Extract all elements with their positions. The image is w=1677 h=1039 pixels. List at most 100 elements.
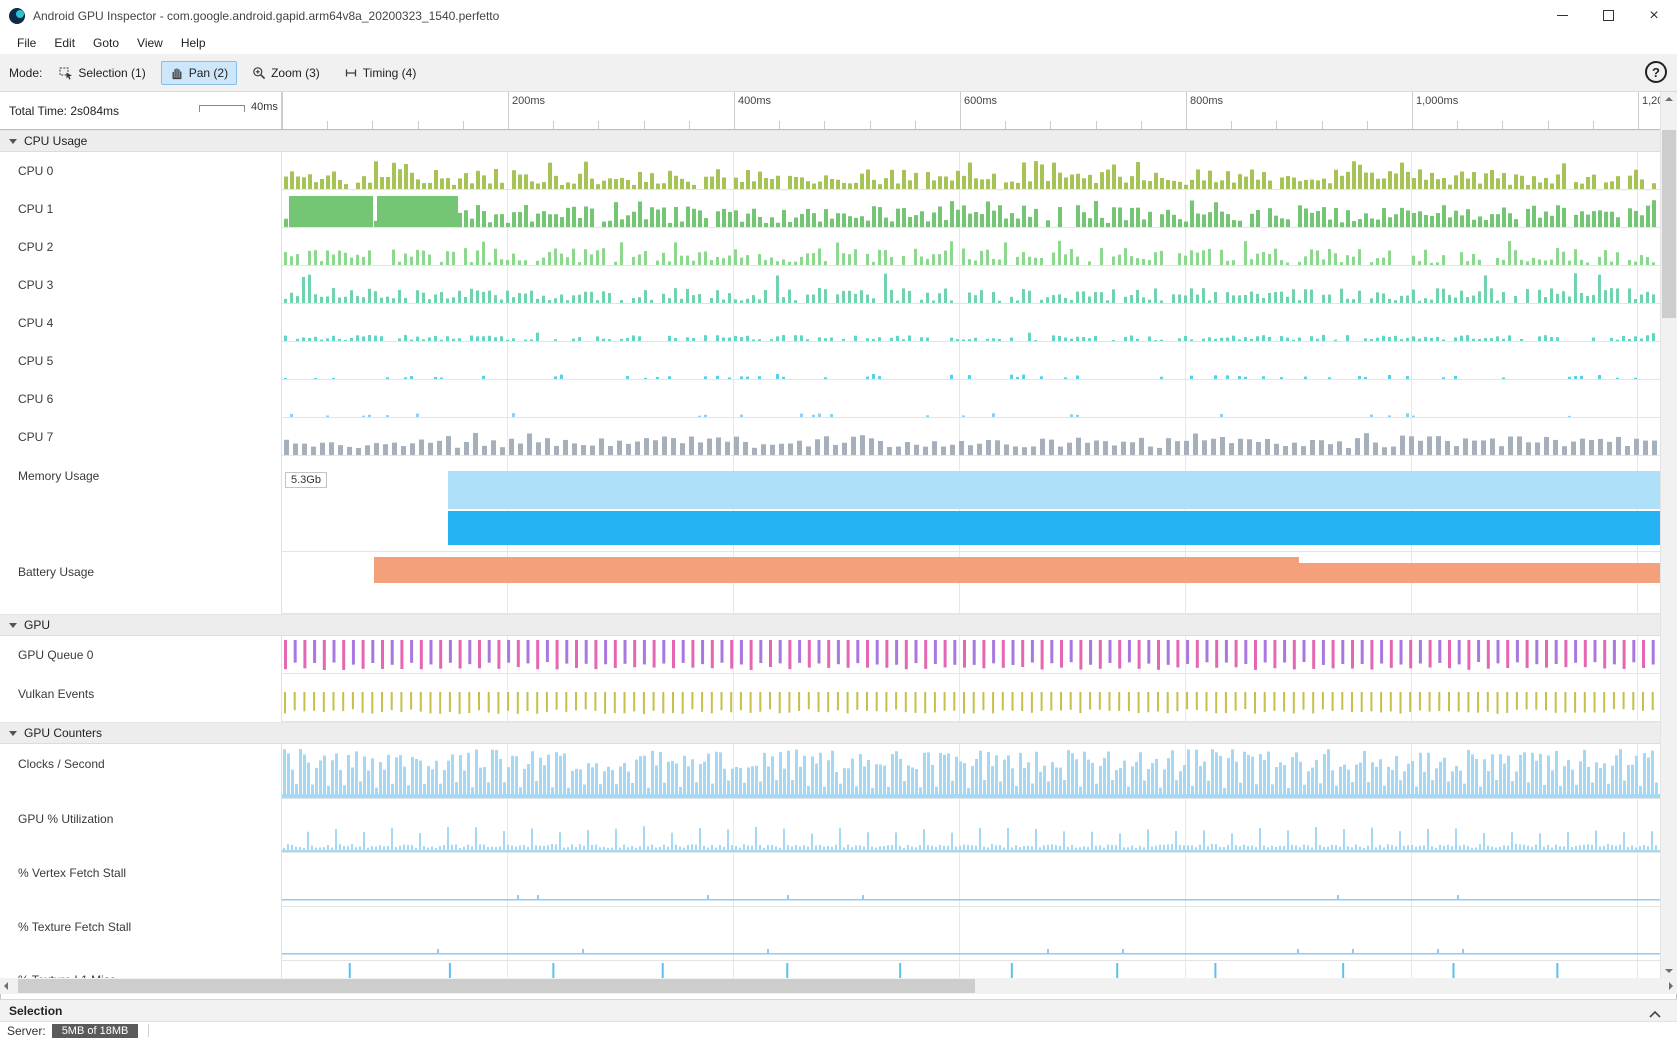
track-chart-cpu-0[interactable] [281, 152, 1660, 190]
ruler-minor-tick [1005, 121, 1006, 129]
ruler-tick-area[interactable]: 200ms400ms600ms800ms1,000ms1,200ms [281, 92, 1677, 129]
help-button[interactable]: ? [1645, 61, 1667, 83]
track-label-memory-usage: Memory Usage [0, 456, 281, 552]
chevron-up-icon[interactable] [1649, 1007, 1661, 1021]
ruler-minor-tick [327, 121, 328, 129]
section-label: GPU [24, 618, 50, 632]
menu-item-goto[interactable]: Goto [84, 33, 128, 53]
scroll-down-icon[interactable] [1665, 969, 1673, 973]
maximize-button[interactable] [1585, 0, 1631, 31]
menu-item-view[interactable]: View [128, 33, 172, 53]
close-button[interactable]: × [1631, 0, 1677, 31]
scroll-up-icon[interactable] [1665, 97, 1673, 101]
mode-label: Mode: [9, 66, 42, 80]
track-chart-battery-usage[interactable] [281, 552, 1660, 614]
section-label: GPU Counters [24, 726, 102, 740]
ruler-minor-tick [1231, 121, 1232, 129]
toolbar: Mode: Selection (1) Pan (2) Zoom (3) Timing… [0, 54, 1677, 92]
track-row-memory-usage: Memory Usage5.3Gb [0, 456, 1677, 552]
ruler-minor-tick [1050, 121, 1051, 129]
minimize-button[interactable] [1539, 0, 1585, 31]
mode-button-label: Selection (1) [78, 66, 145, 80]
ruler-minor-tick [1096, 121, 1097, 129]
track-chart-cpu-7[interactable] [281, 418, 1660, 456]
mode-button-pan[interactable]: Pan (2) [161, 61, 237, 85]
scale-indicator-icon [199, 105, 245, 112]
window-title: Android GPU Inspector - com.google.andro… [33, 9, 499, 23]
track-row-vulkan-events: Vulkan Events [0, 674, 1677, 722]
ruler-minor-tick [598, 121, 599, 129]
ruler-minor-tick [1322, 121, 1323, 129]
ruler-minor-tick [372, 121, 373, 129]
track-chart-cpu-1[interactable] [281, 190, 1660, 228]
ruler-major-tick [960, 92, 961, 129]
track-row-cpu-3: CPU 3 [0, 266, 1677, 304]
maximize-icon [1603, 10, 1614, 21]
horizontal-scrollbar[interactable] [0, 978, 1677, 994]
track-row-cpu-7: CPU 7 [0, 418, 1677, 456]
mode-button-selection[interactable]: Selection (1) [50, 61, 154, 85]
ruler-minor-tick [1141, 121, 1142, 129]
track-chart-gpu-utilization[interactable] [281, 799, 1660, 853]
track-label-cpu-7: CPU 7 [0, 418, 281, 456]
track-chart-cpu-5[interactable] [281, 342, 1660, 380]
zoom-icon [252, 66, 266, 80]
section-header-gpu[interactable]: GPU [0, 614, 1677, 636]
window-controls: × [1539, 0, 1677, 31]
ruler-major-tick [1638, 92, 1639, 129]
track-row-gpu-queue-0: GPU Queue 0 [0, 636, 1677, 674]
track-row-cpu-2: CPU 2 [0, 228, 1677, 266]
track-chart-clocks-second[interactable] [281, 744, 1660, 799]
ruler-tick-label: 400ms [738, 95, 771, 107]
track-label-cpu-0: CPU 0 [0, 152, 281, 190]
track-row-texture-l1-miss: % Texture L1 Miss [0, 961, 1677, 978]
menubar: FileEditGotoViewHelp [0, 31, 1677, 54]
track-chart-cpu-2[interactable] [281, 228, 1660, 266]
app-window: Android GPU Inspector - com.google.andro… [0, 0, 1677, 1039]
track-chart-cpu-6[interactable] [281, 380, 1660, 418]
ruler-tick-label: 600ms [964, 95, 997, 107]
section-header-gpu-counters[interactable]: GPU Counters [0, 722, 1677, 744]
track-row-clocks-second: Clocks / Second [0, 744, 1677, 799]
minimize-icon [1557, 15, 1568, 16]
menu-item-edit[interactable]: Edit [45, 33, 84, 53]
track-label-vertex-fetch-stall: % Vertex Fetch Stall [0, 853, 281, 907]
mode-button-timing[interactable]: Timing (4) [335, 61, 426, 85]
scroll-right-icon[interactable] [1669, 982, 1673, 990]
menu-item-file[interactable]: File [8, 33, 45, 53]
horizontal-scroll-thumb[interactable] [18, 979, 975, 993]
menu-item-help[interactable]: Help [172, 33, 215, 53]
vertical-scroll-thumb[interactable] [1662, 130, 1676, 318]
track-chart-gpu-queue-0[interactable] [281, 636, 1660, 674]
status-separator [148, 1024, 149, 1037]
track-chart-cpu-4[interactable] [281, 304, 1660, 342]
track-chart-vertex-fetch-stall[interactable] [281, 853, 1660, 907]
track-chart-vulkan-events[interactable] [281, 674, 1660, 722]
track-row-cpu-4: CPU 4 [0, 304, 1677, 342]
track-label-cpu-5: CPU 5 [0, 342, 281, 380]
ruler-minor-tick [418, 121, 419, 129]
track-row-battery-usage: Battery Usage [0, 552, 1677, 614]
ruler-major-tick [508, 92, 509, 129]
track-row-cpu-1: CPU 1 [0, 190, 1677, 228]
track-row-gpu-utilization: GPU % Utilization [0, 799, 1677, 853]
collapse-triangle-icon [9, 731, 17, 736]
section-header-cpu-usage[interactable]: CPU Usage [0, 130, 1677, 152]
mode-button-group: Selection (1) Pan (2) Zoom (3) Timing (4) [50, 61, 425, 85]
track-chart-memory-usage[interactable]: 5.3Gb [281, 456, 1660, 552]
mode-button-label: Timing (4) [363, 66, 417, 80]
ruler-minor-tick [824, 121, 825, 129]
track-chart-texture-l1-miss[interactable] [281, 961, 1660, 978]
ruler-minor-tick [1548, 121, 1549, 129]
track-chart-texture-fetch-stall[interactable] [281, 907, 1660, 961]
ruler-minor-tick [463, 121, 464, 129]
scroll-left-icon[interactable] [4, 982, 8, 990]
total-time-label: Total Time: 2s084ms [9, 104, 119, 118]
mode-button-zoom[interactable]: Zoom (3) [243, 61, 329, 85]
mode-button-label: Zoom (3) [271, 66, 320, 80]
track-row-cpu-5: CPU 5 [0, 342, 1677, 380]
collapse-triangle-icon [9, 623, 17, 628]
vertical-scrollbar[interactable] [1660, 92, 1677, 978]
track-label-gpu-utilization: GPU % Utilization [0, 799, 281, 853]
track-chart-cpu-3[interactable] [281, 266, 1660, 304]
